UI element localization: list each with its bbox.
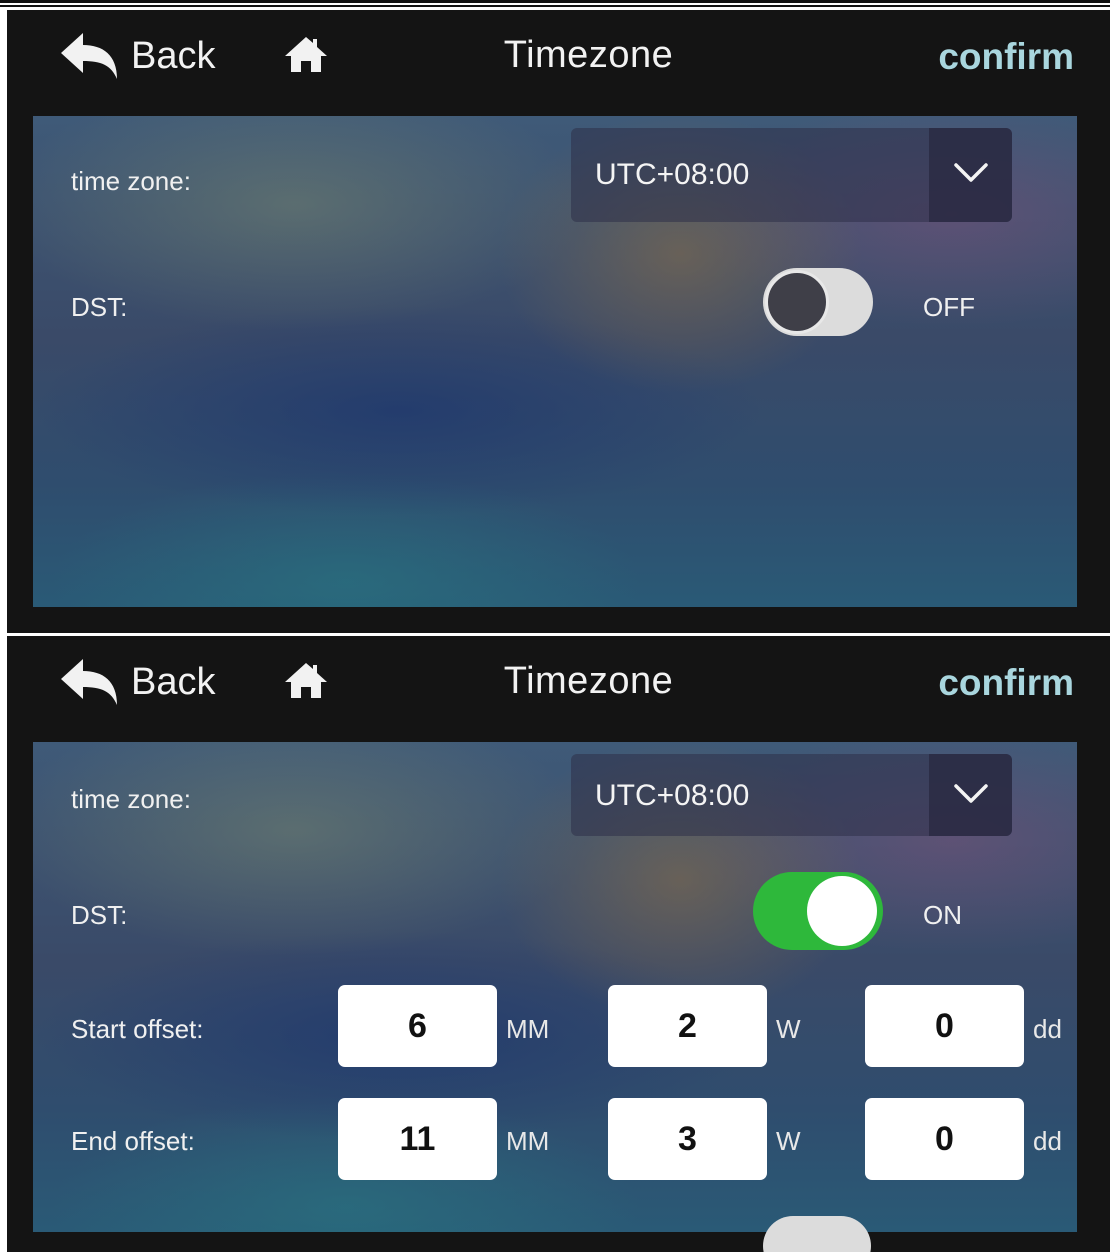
back-button[interactable]: Back (57, 652, 215, 712)
start-week-input[interactable]: 2 (608, 985, 767, 1067)
end-month-input[interactable]: 11 (338, 1098, 497, 1180)
start-offset-label: Start offset: (71, 1014, 204, 1044)
timezone-label: time zone: (71, 784, 191, 814)
end-day-input[interactable]: 0 (865, 1098, 1024, 1180)
back-arrow-icon (61, 659, 117, 705)
dst-label: DST: (71, 292, 128, 322)
start-month-unit: MM (506, 1014, 550, 1044)
end-offset-label: End offset: (71, 1126, 195, 1156)
back-button[interactable]: Back (57, 26, 215, 86)
confirm-button[interactable]: confirm (938, 662, 1074, 704)
timezone-value: UTC+08:00 (595, 158, 750, 191)
header-bar: Back Timezone confirm (7, 636, 1110, 742)
home-icon[interactable] (283, 34, 329, 74)
start-day-input[interactable]: 0 (865, 985, 1024, 1067)
settings-panel: time zone: UTC+08:00 DST: OFF (33, 116, 1077, 607)
timezone-screen-dst-off: Back Timezone confirm time zone: UTC+08:… (7, 10, 1110, 633)
partial-toggle[interactable] (763, 1216, 871, 1252)
dst-toggle[interactable] (753, 872, 883, 950)
timezone-value: UTC+08:00 (595, 779, 750, 812)
start-month-input[interactable]: 6 (338, 985, 497, 1067)
start-day-unit: dd (1033, 1014, 1062, 1044)
end-day-unit: dd (1033, 1126, 1062, 1156)
end-month-unit: MM (506, 1126, 550, 1156)
home-icon[interactable] (283, 660, 329, 700)
top-border (0, 0, 1110, 3)
confirm-button[interactable]: confirm (938, 36, 1074, 78)
dst-toggle[interactable] (763, 268, 873, 336)
dst-state: OFF (923, 292, 975, 322)
back-label: Back (131, 34, 216, 77)
back-label: Back (131, 660, 216, 703)
chevron-down-icon (954, 163, 988, 182)
dst-state: ON (923, 900, 962, 930)
back-arrow-icon (61, 33, 117, 79)
toggle-knob (765, 270, 829, 334)
timezone-label: time zone: (71, 166, 191, 196)
settings-panel: time zone: UTC+08:00 DST: ON Start offse… (33, 742, 1077, 1252)
toggle-knob (807, 876, 877, 946)
top-border-secondary (0, 5, 1110, 7)
timezone-dropdown-button[interactable] (929, 754, 1012, 836)
end-week-unit: W (776, 1126, 801, 1156)
header-bar: Back Timezone confirm (7, 10, 1110, 116)
end-week-input[interactable]: 3 (608, 1098, 767, 1180)
timezone-dropdown-button[interactable] (929, 128, 1012, 222)
start-week-unit: W (776, 1014, 801, 1044)
timezone-screen-dst-on: Back Timezone confirm time zone: UTC+08:… (7, 636, 1110, 1252)
timezone-select[interactable]: UTC+08:00 (571, 754, 1012, 836)
timezone-select[interactable]: UTC+08:00 (571, 128, 1012, 222)
dst-label: DST: (71, 900, 128, 930)
chevron-down-icon (954, 784, 988, 803)
